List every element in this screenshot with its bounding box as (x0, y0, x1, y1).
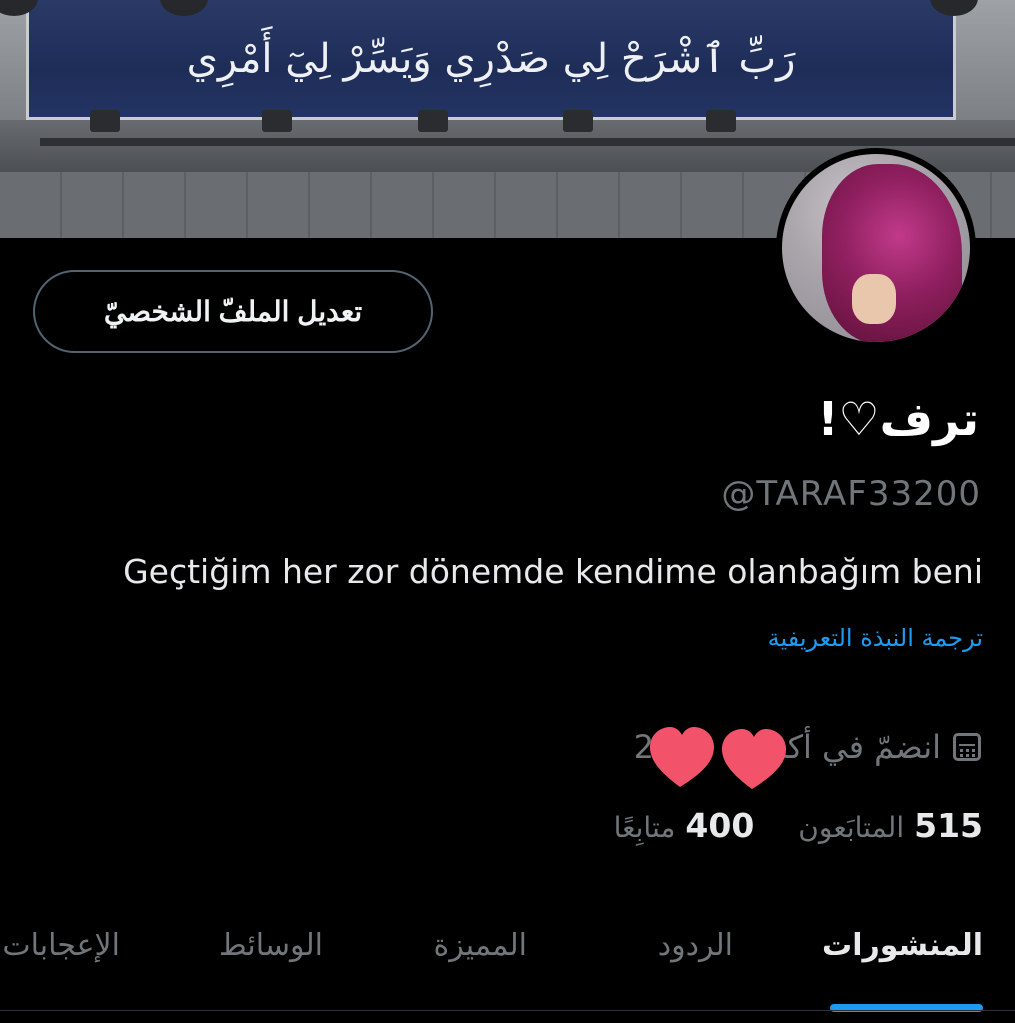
banner-sign: رَبِّ ٱشْرَحْ لِي صَدْرِي وَيَسِّرْ لِيٓ… (26, 0, 956, 120)
avatar-arm (852, 274, 896, 324)
heart-sticker-left (650, 727, 714, 787)
heart-sticker-right (722, 729, 786, 789)
follow-stats: 515 المتابَعون 400 متابِعًا (614, 806, 983, 845)
avatar-image (782, 154, 970, 342)
tab-replies[interactable]: الردود (658, 928, 733, 963)
banner-rail (40, 138, 1015, 146)
display-name: ترف♡! (817, 392, 979, 446)
tabs-divider (0, 1010, 1015, 1011)
heart-sticker-icon (650, 727, 786, 789)
followers-count: 515 (914, 806, 983, 845)
bio-text: Geçtiğim her zor dönemde kendime olanbağ… (123, 552, 983, 591)
banner-lamp (90, 110, 120, 132)
following-label: متابِعًا (613, 811, 676, 844)
banner-lamp (706, 110, 736, 132)
profile-tabs: المنشورات الردود المميزة الوسائط الإعجاب… (0, 920, 1015, 1020)
translate-bio-link[interactable]: ترجمة النبذة التعريفية (768, 624, 983, 652)
user-handle: @TARAF33200 (721, 474, 981, 514)
followers-stat[interactable]: 515 المتابَعون (798, 806, 983, 845)
banner-sign-text: رَبِّ ٱشْرَحْ لِي صَدْرِي وَيَسِّرْ لِيٓ… (186, 35, 796, 82)
banner-lamp (418, 110, 448, 132)
edit-profile-button[interactable]: تعديل الملفّ الشخصيّ (33, 270, 433, 353)
following-count: 400 (685, 806, 755, 845)
calendar-icon (953, 733, 981, 761)
tab-highlights[interactable]: المميزة (434, 928, 528, 963)
following-stat[interactable]: 400 متابِعًا (614, 806, 755, 845)
tab-posts[interactable]: المنشورات (822, 928, 983, 963)
banner-lamp (262, 110, 292, 132)
tab-media[interactable]: الوسائط (219, 928, 323, 963)
tab-likes[interactable]: الإعجابات (2, 928, 120, 963)
avatar[interactable] (776, 148, 976, 348)
followers-label: المتابَعون (798, 811, 905, 844)
banner-lamp (563, 110, 593, 132)
